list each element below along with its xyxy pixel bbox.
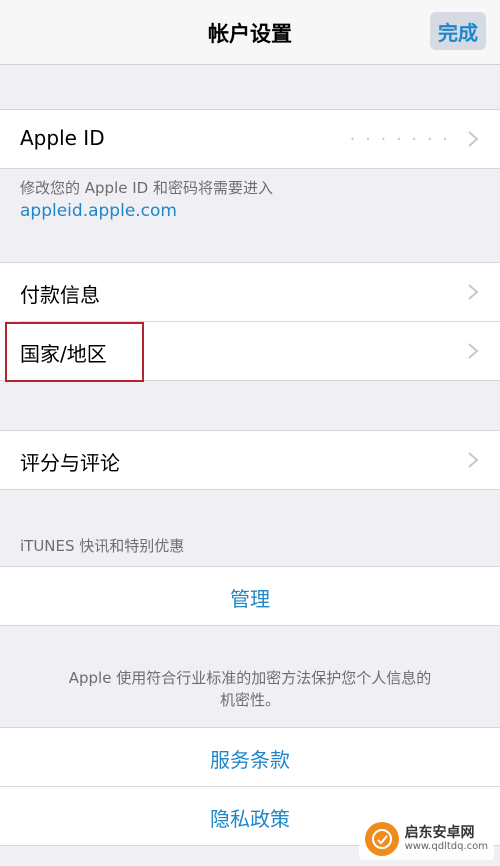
- watermark-title: 启东安卓网: [404, 825, 475, 841]
- divider: [0, 625, 500, 626]
- divider: [0, 380, 500, 381]
- privacy-note: Apple 使用符合行业标准的加密方法保护您个人信息的 机密性。: [0, 667, 500, 711]
- terms-of-service-label: 服务条款: [210, 748, 290, 772]
- manage-row[interactable]: 管理: [0, 567, 500, 625]
- page-title: 帐户设置: [208, 22, 292, 46]
- watermark-logo-icon: [364, 822, 399, 856]
- divider: [0, 489, 500, 490]
- chevron-right-icon: [468, 131, 479, 147]
- apple-id-value: · · · · · · ·: [349, 129, 450, 150]
- watermark: 启东安卓网 www.qdltdq.com: [358, 818, 494, 860]
- payment-info-row[interactable]: 付款信息: [0, 263, 500, 321]
- privacy-note-line2: 机密性。: [219, 691, 280, 709]
- appleid-link[interactable]: appleid.apple.com: [20, 200, 273, 222]
- itunes-section-header: iTUNES 快讯和特别优惠: [20, 537, 185, 555]
- ratings-reviews-row[interactable]: 评分与评论: [0, 431, 500, 489]
- apple-id-row[interactable]: Apple ID · · · · · · ·: [0, 110, 500, 168]
- ratings-reviews-label: 评分与评论: [20, 451, 120, 475]
- watermark-url: www.qdltdq.com: [404, 841, 488, 852]
- apple-id-footer: 修改您的 Apple ID 和密码将需要进入 appleid.apple.com: [20, 177, 273, 222]
- chevron-right-icon: [468, 343, 479, 359]
- payment-info-label: 付款信息: [20, 283, 100, 307]
- manage-label: 管理: [230, 587, 270, 611]
- apple-id-footer-text: 修改您的 Apple ID 和密码将需要进入: [20, 179, 273, 197]
- chevron-right-icon: [468, 452, 479, 468]
- country-region-row[interactable]: 国家/地区: [0, 322, 500, 380]
- terms-of-service-row[interactable]: 服务条款: [0, 728, 500, 786]
- apple-id-label: Apple ID: [20, 126, 105, 150]
- country-region-label: 国家/地区: [20, 342, 107, 366]
- divider: [0, 168, 500, 169]
- done-button[interactable]: 完成: [430, 12, 486, 50]
- chevron-right-icon: [468, 284, 479, 300]
- privacy-note-line1: Apple 使用符合行业标准的加密方法保护您个人信息的: [68, 669, 432, 687]
- navigation-bar: 帐户设置 完成: [0, 0, 500, 65]
